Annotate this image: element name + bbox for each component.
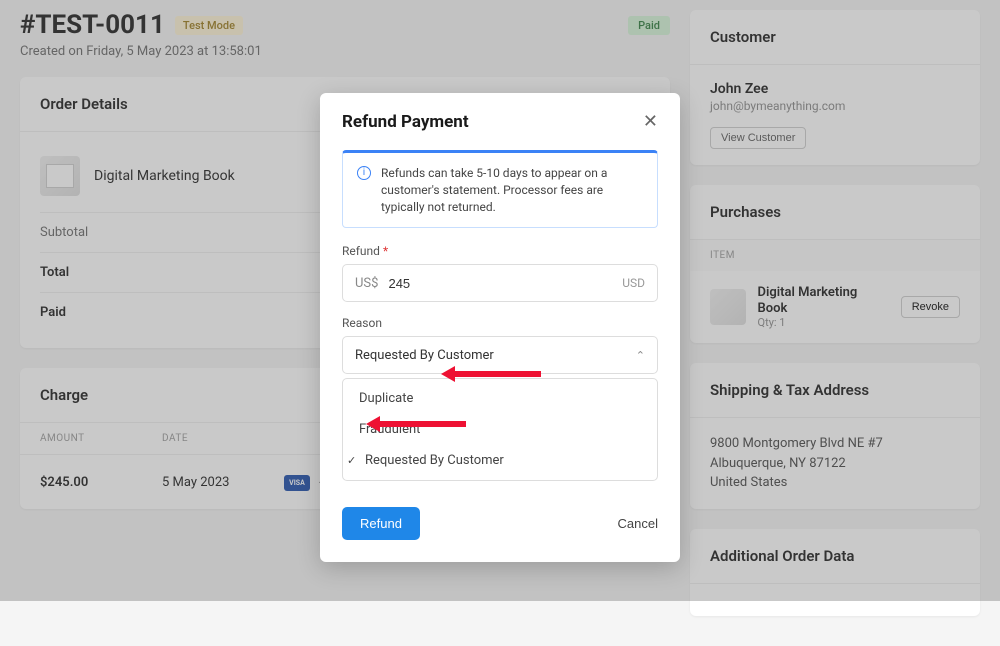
reason-option-fraudulent[interactable]: Fraudulent xyxy=(343,414,657,445)
refund-field-label: Refund * xyxy=(342,244,658,258)
reason-option-requested[interactable]: Requested By Customer xyxy=(343,445,657,476)
currency-suffix: USD xyxy=(622,276,645,290)
reason-field-label: Reason xyxy=(342,316,658,330)
close-icon[interactable]: ✕ xyxy=(643,111,658,132)
reason-option-duplicate[interactable]: Duplicate xyxy=(343,383,657,414)
refund-submit-button[interactable]: Refund xyxy=(342,507,420,540)
chevron-up-icon: ⌃ xyxy=(636,349,645,362)
refund-amount-input[interactable] xyxy=(388,276,622,291)
info-text: Refunds can take 5-10 days to appear on … xyxy=(381,165,643,215)
cancel-button[interactable]: Cancel xyxy=(618,516,658,531)
refund-amount-input-wrap[interactable]: US$ USD xyxy=(342,264,658,302)
reason-value: Requested By Customer xyxy=(355,348,494,363)
reason-select[interactable]: Requested By Customer ⌃ xyxy=(342,336,658,374)
currency-prefix: US$ xyxy=(355,276,378,291)
info-icon: i xyxy=(357,166,371,180)
modal-title: Refund Payment xyxy=(342,112,469,132)
refund-modal: Refund Payment ✕ i Refunds can take 5-10… xyxy=(320,93,680,562)
info-box: i Refunds can take 5-10 days to appear o… xyxy=(342,150,658,228)
reason-dropdown: Duplicate Fraudulent Requested By Custom… xyxy=(342,378,658,481)
modal-overlay[interactable]: Refund Payment ✕ i Refunds can take 5-10… xyxy=(0,0,1000,601)
